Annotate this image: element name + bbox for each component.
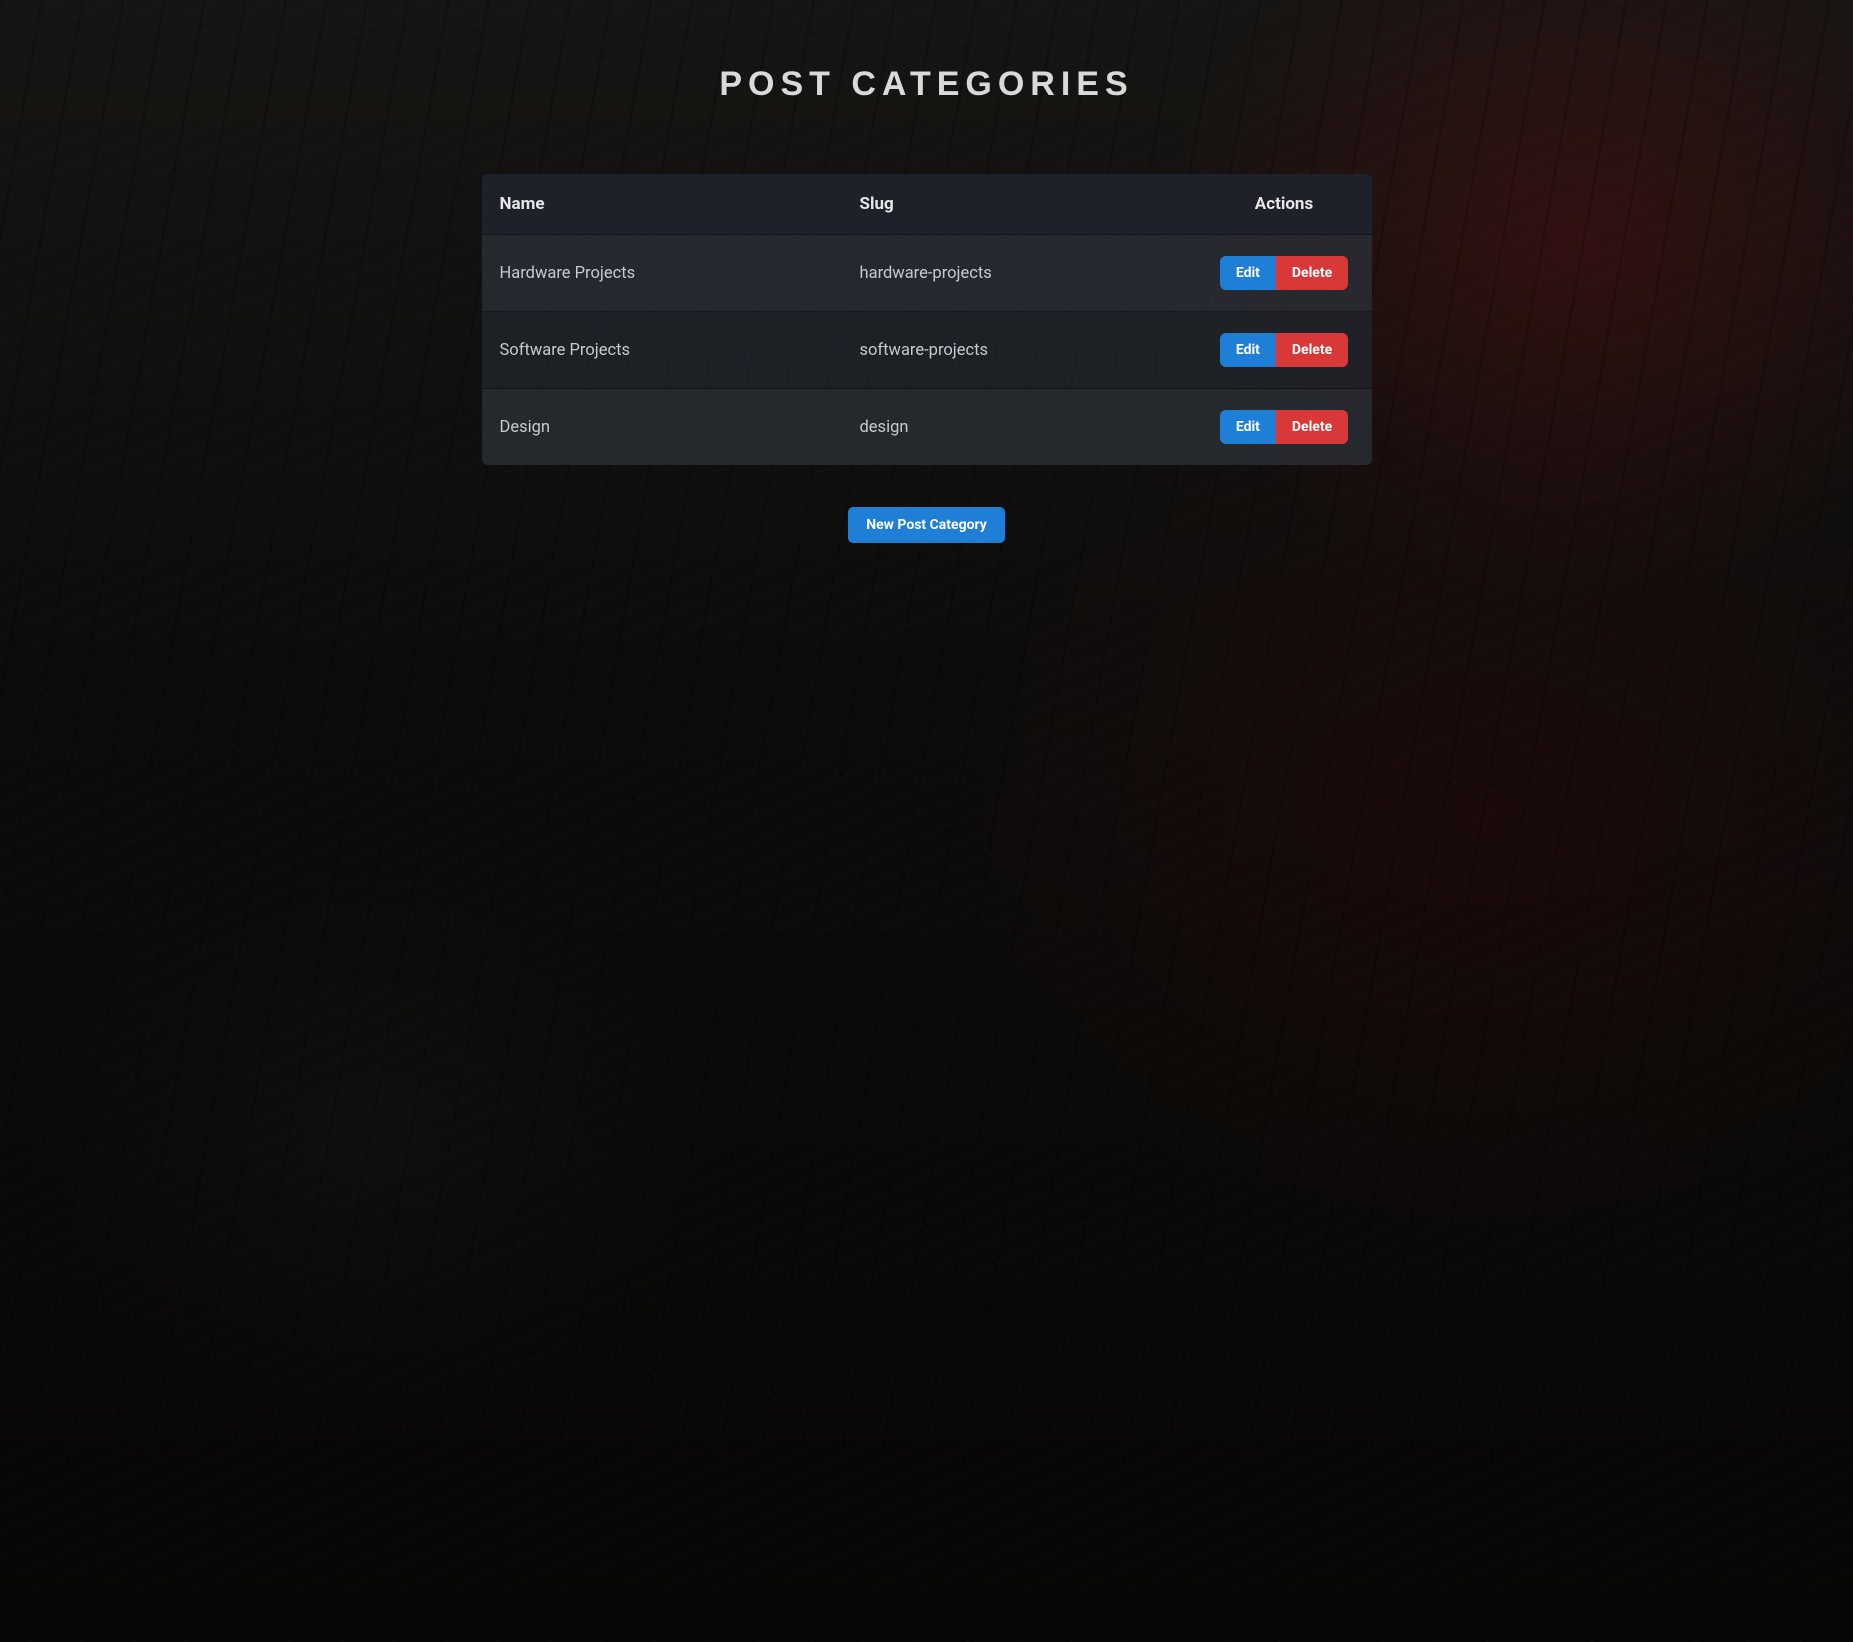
table-row: Hardware Projects hardware-projects Edit… <box>482 235 1372 312</box>
cell-slug: design <box>842 389 1197 466</box>
edit-button[interactable]: Edit <box>1220 410 1276 444</box>
delete-button[interactable]: Delete <box>1276 410 1348 444</box>
delete-button[interactable]: Delete <box>1276 333 1348 367</box>
header-name: Name <box>482 174 842 235</box>
page-title: POST CATEGORIES <box>0 65 1853 104</box>
edit-button[interactable]: Edit <box>1220 333 1276 367</box>
cell-actions: EditDelete <box>1197 235 1372 312</box>
table-row: Design design EditDelete <box>482 389 1372 466</box>
new-post-category-button[interactable]: New Post Category <box>848 507 1005 543</box>
cell-actions: EditDelete <box>1197 312 1372 389</box>
table-row: Software Projects software-projects Edit… <box>482 312 1372 389</box>
cell-name: Software Projects <box>482 312 842 389</box>
delete-button[interactable]: Delete <box>1276 256 1348 290</box>
new-button-container: New Post Category <box>0 507 1853 543</box>
categories-table-container: Name Slug Actions Hardware Projects hard… <box>482 174 1372 465</box>
main-content: POST CATEGORIES Name Slug Actions Hardwa… <box>0 0 1853 543</box>
cell-name: Hardware Projects <box>482 235 842 312</box>
cell-slug: hardware-projects <box>842 235 1197 312</box>
header-slug: Slug <box>842 174 1197 235</box>
cell-name: Design <box>482 389 842 466</box>
categories-table: Name Slug Actions Hardware Projects hard… <box>482 174 1372 465</box>
edit-button[interactable]: Edit <box>1220 256 1276 290</box>
header-actions: Actions <box>1197 174 1372 235</box>
cell-actions: EditDelete <box>1197 389 1372 466</box>
cell-slug: software-projects <box>842 312 1197 389</box>
table-header-row: Name Slug Actions <box>482 174 1372 235</box>
